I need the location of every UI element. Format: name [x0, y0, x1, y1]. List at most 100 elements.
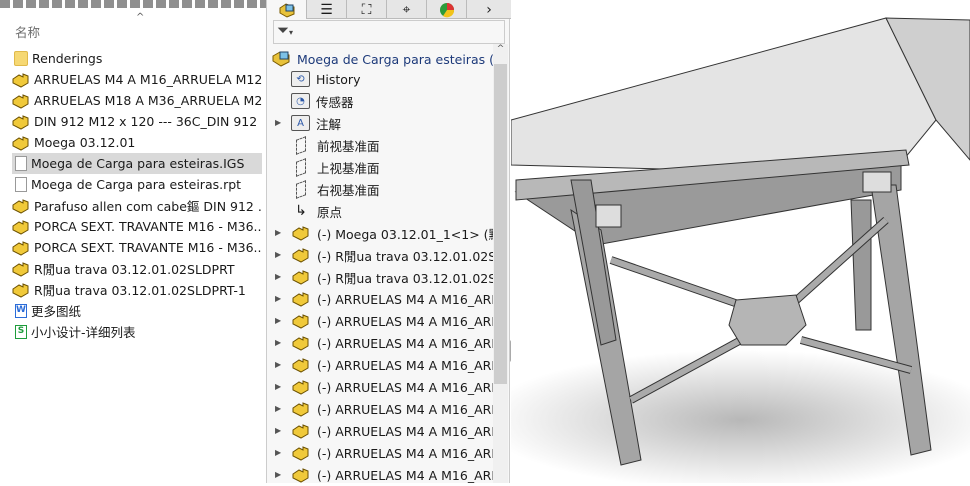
center-plate — [728, 294, 807, 346]
part-icon — [12, 72, 30, 88]
file-name: 小小设计-详细列表 — [31, 325, 136, 340]
tree-item-label: (-) Moega 03.12.01_1<1> (默认 — [317, 226, 493, 242]
scrollbar-thumb[interactable] — [494, 64, 507, 384]
expand-arrow-icon[interactable]: ▶ — [275, 250, 281, 259]
tree-item-label: 前视基准面 — [317, 138, 380, 154]
file-item[interactable]: Moega de Carga para esteiras.IGS — [12, 153, 262, 174]
file-name: PORCA SEXT. TRAVANTE M16 - M36... — [34, 219, 262, 234]
expand-arrow-icon[interactable]: ▶ — [275, 316, 281, 325]
part-icon — [291, 466, 311, 484]
tree-item[interactable]: (-) ARRUELAS M4 A M16_ARR — [291, 420, 493, 442]
scroll-up-icon[interactable]: ^ — [493, 44, 508, 54]
part-icon — [12, 198, 30, 214]
file-item[interactable]: R閒ua trava 03.12.01.02SLDPRT — [12, 258, 262, 279]
tree-item[interactable]: (-) ARRUELAS M4 A M16_ARR — [291, 354, 493, 376]
tree-item[interactable]: (-) Moega 03.12.01_1<1> (默认 — [291, 222, 493, 244]
file-name: ARRUELAS M4 A M16_ARRUELA M12 — [34, 72, 262, 87]
file-item[interactable]: R閒ua trava 03.12.01.02SLDPRT-1 — [12, 279, 262, 300]
tree-item[interactable]: A 注解 — [291, 112, 493, 134]
part-icon — [291, 378, 311, 396]
file-name: Parafuso allen com cabe鏂 DIN 912 ... — [34, 199, 262, 214]
tree-scrollbar[interactable]: ^ — [493, 44, 508, 483]
file-name: Moega de Carga para esteiras.IGS — [31, 156, 245, 171]
tree-item-label: (-) ARRUELAS M4 A M16_ARR — [317, 467, 493, 483]
part-icon — [291, 224, 311, 242]
expand-arrow-icon[interactable]: ▶ — [275, 118, 281, 127]
tabs-scroll-right-button[interactable]: › — [467, 0, 511, 19]
expand-arrow-icon[interactable]: ▶ — [275, 382, 281, 391]
expand-arrow-icon[interactable]: ▶ — [275, 294, 281, 303]
tree-item[interactable]: (-) ARRUELAS M4 A M16_ARR — [291, 332, 493, 354]
annotations-folder-icon: A — [291, 115, 310, 131]
sort-ascending-icon[interactable]: ^ — [136, 12, 144, 23]
tab-display-manager[interactable] — [427, 0, 467, 19]
tree-item[interactable]: (-) ARRUELAS M4 A M16_ARR — [291, 310, 493, 332]
tab-feature-manager[interactable] — [267, 0, 307, 19]
file-item[interactable]: W 更多图纸 — [12, 300, 262, 321]
plane-icon — [291, 157, 311, 177]
part-icon — [12, 114, 30, 130]
part-icon — [12, 135, 30, 151]
file-item[interactable]: Moega 03.12.01 — [12, 132, 262, 153]
expand-arrow-icon[interactable]: ▶ — [275, 448, 281, 457]
tree-item[interactable]: 右视基准面 — [291, 178, 493, 200]
tree-item-label: 注解 — [316, 116, 342, 132]
tree-item[interactable]: (-) R閒ua trava 03.12.01.02SLD — [291, 244, 493, 266]
tab-property-manager[interactable]: ☰ — [307, 0, 347, 19]
file-explorer: ^ 名称 Renderings ARRUELAS M4 A M16_ARRUELA… — [0, 0, 266, 483]
tree-filter-button[interactable]: ⏷▾ — [273, 20, 505, 44]
tree-item[interactable]: (-) ARRUELAS M4 A M16_ARR — [291, 376, 493, 398]
tree-item[interactable]: (-) ARRUELAS M4 A M16_ARR — [291, 442, 493, 464]
file-item[interactable]: DIN 912 M12 x 120 --- 36C_DIN 912 ... — [12, 111, 262, 132]
file-item[interactable]: PORCA SEXT. TRAVANTE M16 - M36... — [12, 237, 262, 258]
feature-manager-panel: ☰ ⛶ ⌖ › ⏷▾ Moega de Carga para esteiras … — [266, 0, 511, 484]
part-icon — [291, 290, 311, 308]
part-icon — [12, 261, 30, 277]
tree-root[interactable]: Moega de Carga para esteiras (默 — [271, 47, 506, 69]
tree-item-label: (-) ARRUELAS M4 A M16_ARR — [317, 379, 493, 395]
file-item[interactable]: ARRUELAS M4 A M16_ARRUELA M12 — [12, 69, 262, 90]
tree-item[interactable]: (-) R閒ua trava 03.12.01.02SLD — [291, 266, 493, 288]
list-icon: ☰ — [320, 1, 333, 18]
expand-arrow-icon[interactable]: ▶ — [275, 426, 281, 435]
expand-arrow-icon[interactable]: ▶ — [275, 470, 281, 479]
origin-icon: ↳ — [295, 203, 307, 219]
part-icon — [12, 93, 30, 109]
file-item[interactable]: PORCA SEXT. TRAVANTE M16 - M36... — [12, 216, 262, 237]
tree-item[interactable]: ⟲ History — [291, 68, 493, 90]
part-icon — [291, 356, 311, 374]
expand-arrow-icon[interactable]: ▶ — [275, 228, 281, 237]
graphics-viewport[interactable] — [481, 0, 970, 486]
part-icon — [291, 422, 311, 440]
tree-item[interactable]: (-) ARRUELAS M4 A M16_ARR — [291, 288, 493, 310]
expand-arrow-icon[interactable]: ▶ — [275, 404, 281, 413]
expand-arrow-icon[interactable]: ▶ — [275, 272, 281, 281]
plane-icon — [291, 179, 311, 199]
part-icon — [279, 2, 294, 18]
file-name: ARRUELAS M18 A M36_ARRUELA M20 — [34, 93, 262, 108]
file-item[interactable]: Renderings — [12, 48, 262, 69]
tree-item[interactable]: (-) ARRUELAS M4 A M16_ARR — [291, 398, 493, 420]
file-item[interactable]: S 小小设计-详细列表 — [12, 321, 262, 342]
tree-item[interactable]: 上视基准面 — [291, 156, 493, 178]
display-manager-icon — [439, 2, 454, 17]
file-name: Moega de Carga para esteiras.rpt — [31, 177, 242, 192]
tree-item[interactable]: ↳ 原点 — [291, 200, 493, 222]
tree-item[interactable]: 前视基准面 — [291, 134, 493, 156]
file-item[interactable]: ARRUELAS M18 A M36_ARRUELA M20 — [12, 90, 262, 111]
expand-arrow-icon[interactable]: ▶ — [275, 338, 281, 347]
assembly-icon — [272, 51, 290, 67]
part-icon — [12, 282, 30, 298]
part-icon — [291, 334, 311, 352]
column-header-name[interactable]: 名称 — [15, 22, 40, 41]
tab-configuration-manager[interactable]: ⛶ — [347, 0, 387, 19]
tab-dimxpert-manager[interactable]: ⌖ — [387, 0, 427, 19]
file-item[interactable]: Moega de Carga para esteiras.rpt — [12, 174, 262, 195]
file-item[interactable]: Parafuso allen com cabe鏂 DIN 912 ... — [12, 195, 262, 216]
expand-arrow-icon[interactable]: ▶ — [275, 360, 281, 369]
part-icon — [291, 312, 311, 330]
tree-item[interactable]: ◔ 传感器 — [291, 90, 493, 112]
tree-item-label: 原点 — [317, 204, 343, 220]
file-name: PORCA SEXT. TRAVANTE M16 - M36... — [34, 240, 262, 255]
document-icon — [15, 177, 27, 192]
